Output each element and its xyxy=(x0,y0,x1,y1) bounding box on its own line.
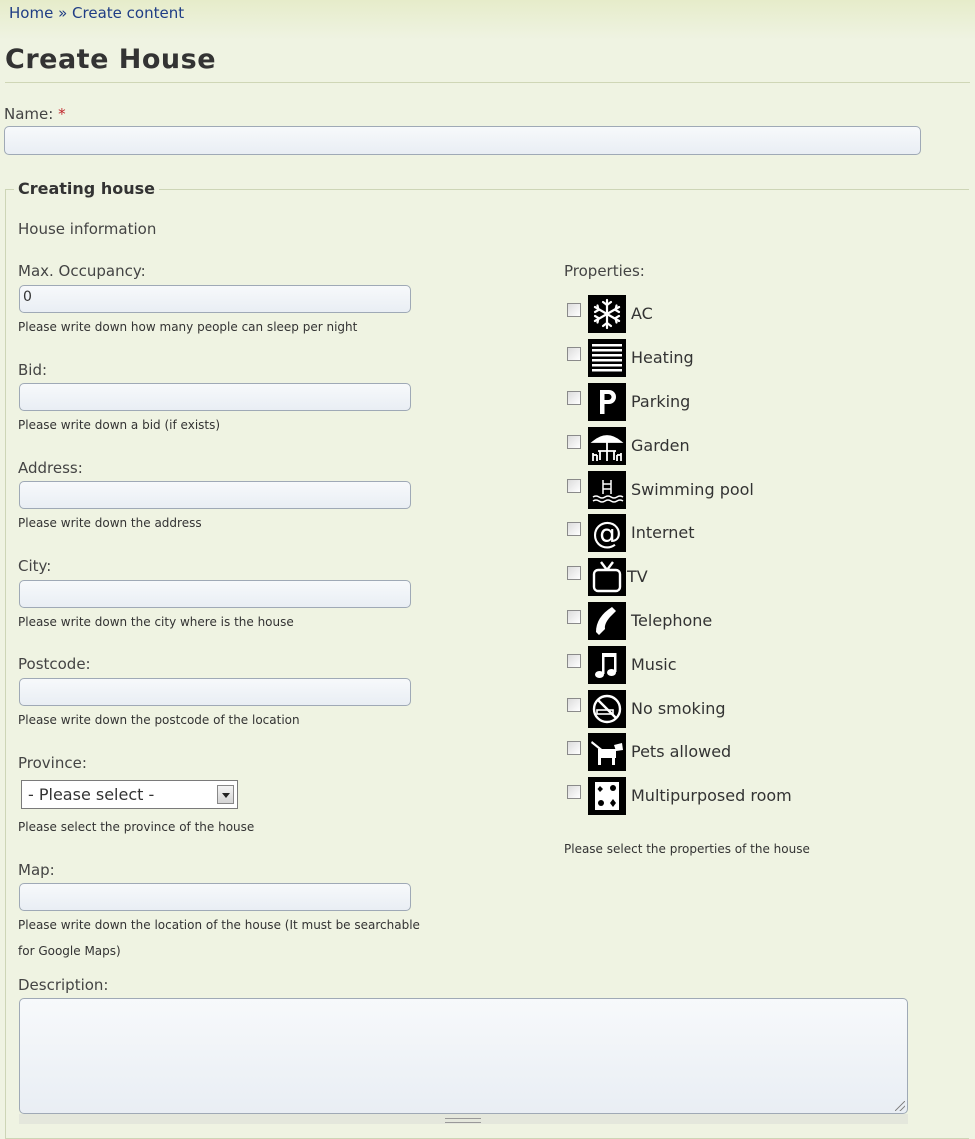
breadcrumb: Home » Create content xyxy=(9,4,184,22)
property-label-music: Music xyxy=(631,655,677,674)
address-input[interactable] xyxy=(19,481,411,509)
max-occupancy-input[interactable]: 0 xyxy=(19,285,411,313)
breadcrumb-create-content-link[interactable]: Create content xyxy=(72,4,184,22)
internet-icon: @ xyxy=(588,514,626,552)
pets-allowed-icon xyxy=(588,733,626,771)
chevron-down-icon[interactable] xyxy=(217,785,234,804)
name-input[interactable] xyxy=(4,126,921,155)
property-label-pets-allowed: Pets allowed xyxy=(631,742,732,761)
map-input[interactable] xyxy=(19,883,411,911)
properties-label: Properties: xyxy=(564,262,645,280)
property-label-garden: Garden xyxy=(631,436,690,455)
property-label-swimming-pool: Swimming pool xyxy=(631,480,754,499)
checkbox-heating[interactable] xyxy=(567,347,581,361)
map-help-line-2: for Google Maps) xyxy=(18,944,121,958)
property-label-no-smoking: No smoking xyxy=(631,699,726,718)
max-occupancy-label: Max. Occupancy: xyxy=(18,262,146,280)
address-help: Please write down the address xyxy=(18,516,202,530)
page-title: Create House xyxy=(5,44,217,75)
address-label: Address: xyxy=(18,459,83,477)
postcode-label: Postcode: xyxy=(18,655,91,673)
city-help: Please write down the city where is the … xyxy=(18,615,294,629)
resize-grip-icon[interactable] xyxy=(445,1118,481,1123)
province-help: Please select the province of the house xyxy=(18,820,255,834)
province-label: Province: xyxy=(18,754,87,772)
map-label: Map: xyxy=(18,861,55,879)
bid-input[interactable] xyxy=(19,383,411,411)
heating-icon xyxy=(588,339,626,377)
checkbox-pets-allowed[interactable] xyxy=(567,741,581,755)
breadcrumb-separator: » xyxy=(58,4,68,22)
no-smoking-icon xyxy=(588,690,626,728)
property-label-internet: Internet xyxy=(631,523,695,542)
property-label-telephone: Telephone xyxy=(631,611,713,630)
checkbox-garden[interactable] xyxy=(567,435,581,449)
property-label-multipurposed-room: Multipurposed room xyxy=(631,786,792,805)
house-information-heading: House information xyxy=(18,220,157,238)
bid-help: Please write down a bid (if exists) xyxy=(18,418,221,432)
city-label: City: xyxy=(18,557,52,575)
checkbox-ac[interactable] xyxy=(567,303,581,317)
breadcrumb-home-link[interactable]: Home xyxy=(9,4,53,22)
checkbox-internet[interactable] xyxy=(567,522,581,536)
title-divider xyxy=(5,82,970,83)
checkbox-parking[interactable] xyxy=(567,391,581,405)
province-selected-value: - Please select - xyxy=(28,785,155,804)
bid-label: Bid: xyxy=(18,361,48,379)
postcode-input[interactable] xyxy=(19,678,411,706)
property-label-parking: Parking xyxy=(631,392,691,411)
multipurpose-room-icon xyxy=(588,777,626,815)
checkbox-no-smoking[interactable] xyxy=(567,698,581,712)
svg-text:@: @ xyxy=(592,516,622,551)
properties-help: Please select the properties of the hous… xyxy=(564,842,810,856)
swimming-pool-icon xyxy=(588,471,626,509)
snowflake-icon xyxy=(588,295,626,333)
tv-icon xyxy=(588,558,626,596)
checkbox-multipurposed-room[interactable] xyxy=(567,785,581,799)
resize-corner-icon[interactable] xyxy=(895,1101,905,1111)
telephone-icon xyxy=(588,602,626,640)
checkbox-tv[interactable] xyxy=(567,566,581,580)
garden-icon xyxy=(588,427,626,465)
fieldset-legend: Creating house xyxy=(14,179,159,198)
postcode-help: Please write down the postcode of the lo… xyxy=(18,713,300,727)
province-select[interactable]: - Please select - xyxy=(21,780,238,809)
name-label-text: Name: xyxy=(4,105,54,123)
property-label-tv: TV xyxy=(627,567,648,586)
checkbox-swimming-pool[interactable] xyxy=(567,479,581,493)
city-input[interactable] xyxy=(19,580,411,608)
required-mark: * xyxy=(58,105,66,123)
name-label: Name: * xyxy=(4,105,66,123)
checkbox-telephone[interactable] xyxy=(567,610,581,624)
description-label: Description: xyxy=(18,976,109,994)
music-icon xyxy=(588,646,626,684)
map-help-line-1: Please write down the location of the ho… xyxy=(18,918,420,932)
parking-icon xyxy=(588,383,626,421)
property-label-ac: AC xyxy=(631,304,653,323)
checkbox-music[interactable] xyxy=(567,654,581,668)
max-occupancy-help: Please write down how many people can sl… xyxy=(18,320,358,334)
description-textarea[interactable] xyxy=(19,998,908,1114)
property-label-heating: Heating xyxy=(631,348,694,367)
